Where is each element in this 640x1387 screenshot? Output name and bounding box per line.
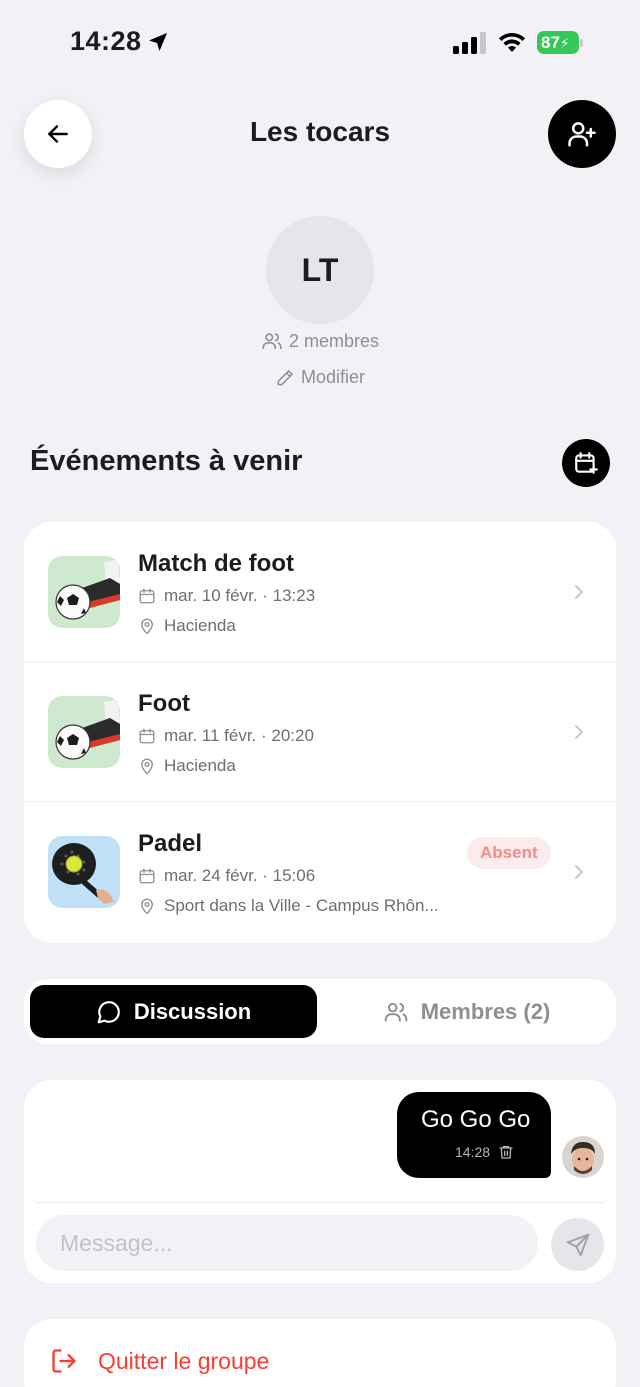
calendar-icon (139, 588, 155, 604)
message-bubble[interactable]: Go Go Go 14:28 (397, 1092, 551, 1178)
leave-group-row: Quitter le groupe (50, 1347, 269, 1375)
user-plus-icon (568, 122, 596, 147)
tab-discussion-label: Discussion (133, 998, 252, 1024)
event-place-label: Hacienda (164, 616, 236, 635)
pencil-icon (277, 369, 293, 385)
event-place-label: Sport dans la Ville - Campus Rhôn... (164, 896, 439, 915)
map-pin-icon (141, 898, 153, 915)
calendar-icon (139, 728, 155, 744)
event-title: Match de foot (138, 550, 294, 577)
users-icon (262, 333, 282, 350)
battery-indicator: 87⚡ (537, 31, 583, 54)
trash-icon[interactable] (498, 1144, 514, 1160)
message-circle-icon (97, 1000, 120, 1023)
event-title: Padel (138, 830, 203, 857)
message-meta: 14:28 (455, 1144, 514, 1160)
edit-group-label: Modifier (300, 367, 366, 387)
event-row[interactable]: Match de foot mar. 10 févr. · 13:23 Haci… (24, 522, 616, 662)
event-place: Sport dans la Ville - Campus Rhôn... (138, 896, 439, 916)
events-section-title: Événements à venir (30, 445, 303, 477)
padel-thumbnail-icon (48, 836, 120, 908)
charging-bolt-icon: ⚡ (559, 35, 570, 51)
log-out-icon (52, 1349, 76, 1373)
members-count: 2 membres (0, 330, 640, 352)
event-row[interactable]: Padel mar. 24 févr. · 15:06 Sport dans l… (24, 802, 616, 942)
status-bar: 14:28 87⚡ (0, 0, 640, 88)
location-arrow-icon (149, 33, 167, 51)
battery-level: 87 (541, 33, 560, 52)
send-icon (566, 1233, 589, 1256)
status-time: 14:28 (70, 26, 142, 56)
users-icon (384, 1002, 407, 1022)
event-date-label: mar. 10 févr. · 13:23 (164, 586, 316, 605)
event-date-label: mar. 24 févr. · 15:06 (164, 866, 316, 885)
event-date: mar. 11 févr. · 20:20 (138, 726, 314, 746)
page-title: Les tocars (249, 116, 391, 147)
leave-group-button[interactable]: Quitter le groupe (24, 1319, 616, 1387)
event-date: mar. 10 févr. · 13:23 (138, 586, 315, 606)
message-time: 14:28 (455, 1144, 491, 1160)
group-avatar: LT (266, 216, 374, 324)
edit-group-link[interactable]: Modifier (0, 367, 640, 388)
message-input[interactable] (36, 1215, 538, 1271)
event-date: mar. 24 févr. · 15:06 (138, 866, 315, 886)
event-place-label: Hacienda (164, 756, 236, 775)
chevron-right-icon (575, 585, 583, 599)
tab-members[interactable]: Membres (2) (323, 985, 610, 1038)
wifi-icon (499, 32, 525, 52)
soccer-thumbnail-icon (48, 556, 120, 628)
calendar-icon (139, 868, 155, 884)
events-list: Match de foot mar. 10 févr. · 13:23 Haci… (24, 522, 616, 943)
chevron-right-icon (575, 725, 583, 739)
map-pin-icon (141, 618, 153, 635)
event-place: Hacienda (138, 616, 236, 636)
members-count-label: 2 membres (288, 330, 380, 351)
leave-group-label: Quitter le groupe (98, 1347, 270, 1374)
segmented-tabs: Discussion Membres (2) (24, 979, 616, 1044)
tab-members-label: Membres (2) (420, 998, 551, 1024)
soccer-thumbnail-icon (48, 696, 120, 768)
message-text: Go Go Go (421, 1106, 531, 1133)
map-pin-icon (141, 758, 153, 775)
avatar (562, 1136, 604, 1178)
chat-panel: Go Go Go 14:28 (24, 1080, 616, 1283)
event-date-label: mar. 11 févr. · 20:20 (164, 726, 314, 745)
event-row[interactable]: Foot mar. 11 févr. · 20:20 Hacienda (24, 662, 616, 802)
absent-badge: Absent (467, 837, 551, 869)
chevron-right-icon (575, 865, 583, 879)
cellular-signal-icon (453, 32, 486, 54)
send-button[interactable] (551, 1218, 604, 1271)
divider (36, 1202, 604, 1203)
add-event-button[interactable] (562, 439, 610, 487)
event-place: Hacienda (138, 756, 236, 776)
tab-discussion[interactable]: Discussion (30, 985, 317, 1038)
calendar-plus-icon (575, 452, 598, 474)
add-member-button[interactable] (548, 100, 616, 168)
event-title: Foot (138, 690, 190, 717)
